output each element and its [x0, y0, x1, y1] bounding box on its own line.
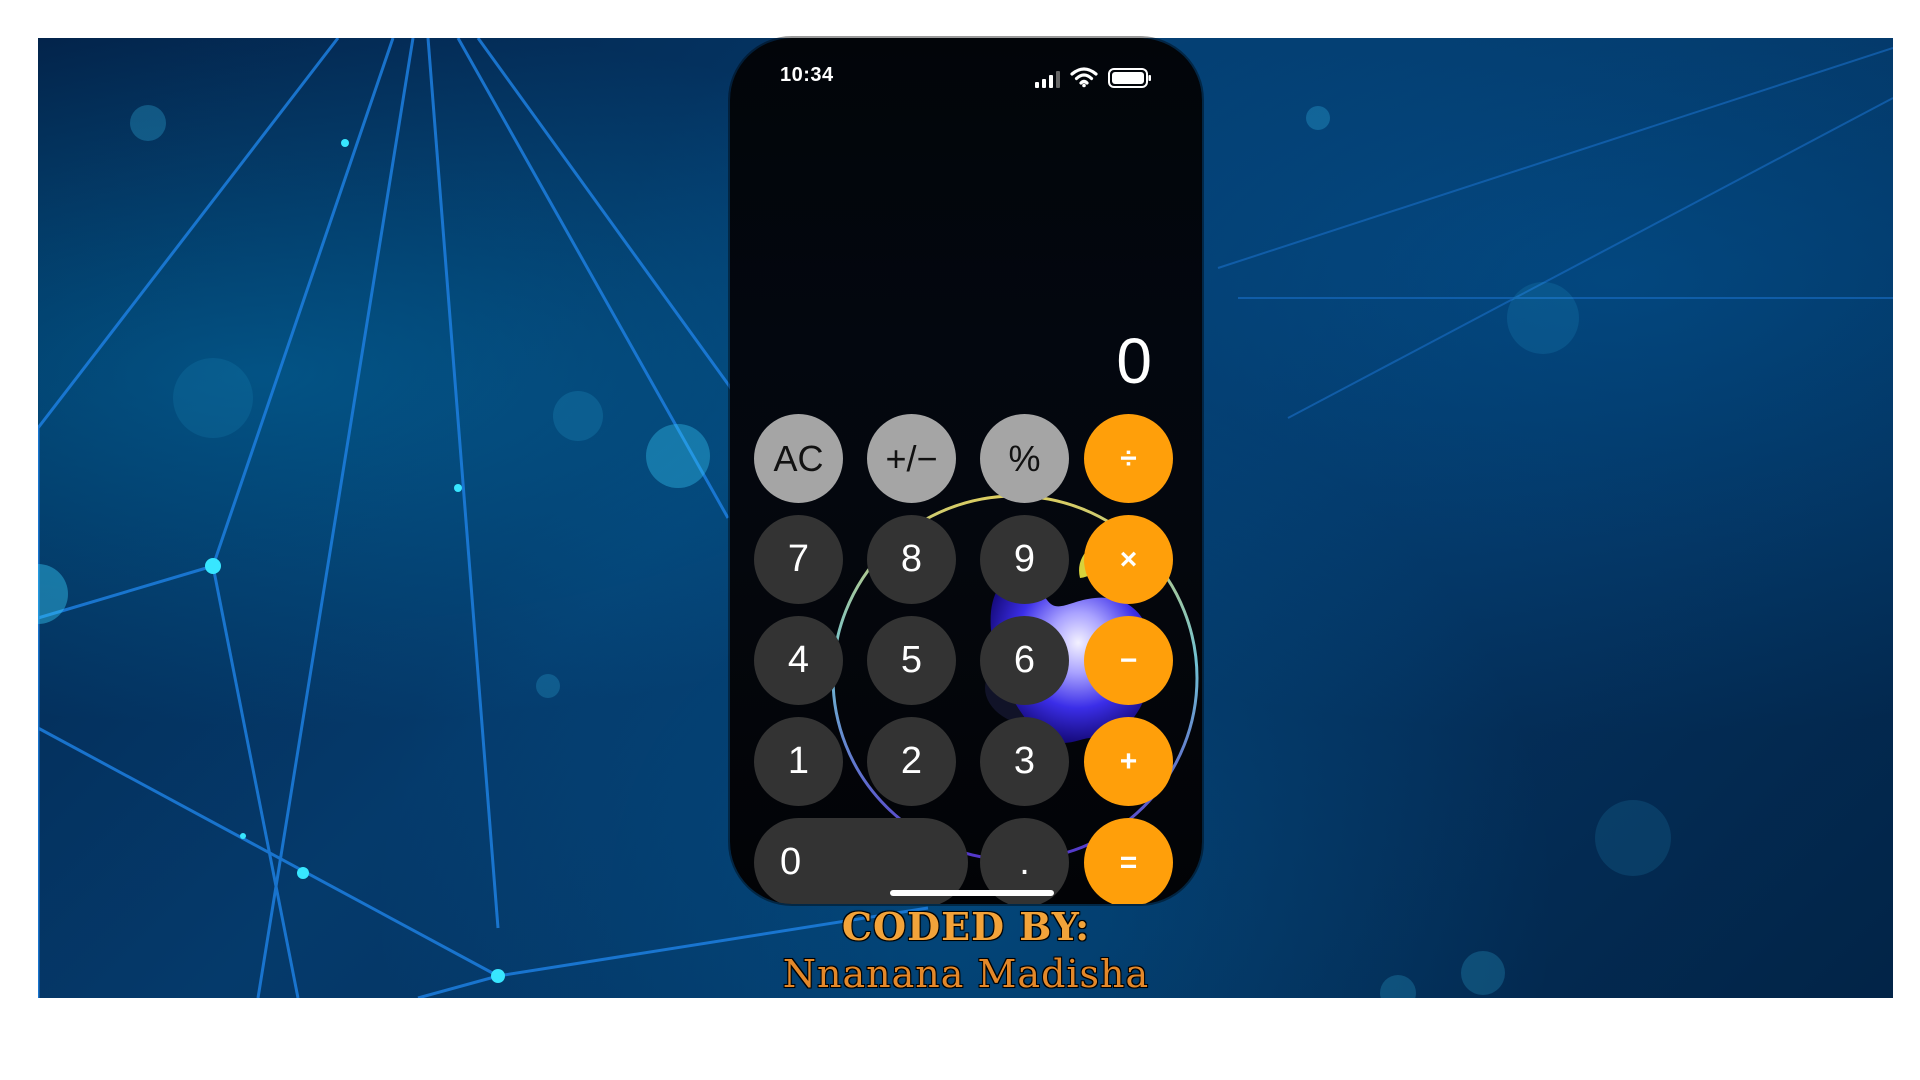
status-icons: [1035, 66, 1152, 88]
toggle-sign-button[interactable]: +/−: [867, 414, 956, 503]
status-time: 10:34: [780, 64, 834, 86]
cellular-signal-icon: [1035, 70, 1060, 88]
home-indicator: [890, 890, 1054, 896]
phone-frame: 10:34 0 AC +/− % ÷ 7 8 9 × 4 5 6 − 1 2 3…: [730, 38, 1202, 904]
subtract-button[interactable]: −: [1084, 616, 1173, 705]
calculator-keypad: AC +/− % ÷ 7 8 9 × 4 5 6 − 1 2 3 + 0 . =: [754, 414, 1180, 904]
digit-9-button[interactable]: 9: [980, 515, 1069, 604]
equals-button[interactable]: =: [1084, 818, 1173, 904]
digit-1-button[interactable]: 1: [754, 717, 843, 806]
add-button[interactable]: +: [1084, 717, 1173, 806]
digit-5-button[interactable]: 5: [867, 616, 956, 705]
digit-2-button[interactable]: 2: [867, 717, 956, 806]
digit-7-button[interactable]: 7: [754, 515, 843, 604]
battery-icon: [1108, 68, 1151, 88]
digit-3-button[interactable]: 3: [980, 717, 1069, 806]
credit-author-name: Nnanana Madisha: [782, 952, 1150, 996]
divide-button[interactable]: ÷: [1084, 414, 1173, 503]
digit-6-button[interactable]: 6: [980, 616, 1069, 705]
clear-button[interactable]: AC: [754, 414, 843, 503]
credit-title: CODED BY:: [841, 904, 1091, 949]
percent-button[interactable]: %: [980, 414, 1069, 503]
calculator-display: 0: [1116, 325, 1152, 397]
wifi-icon: [1070, 67, 1098, 88]
digit-4-button[interactable]: 4: [754, 616, 843, 705]
digit-8-button[interactable]: 8: [867, 515, 956, 604]
multiply-button[interactable]: ×: [1084, 515, 1173, 604]
